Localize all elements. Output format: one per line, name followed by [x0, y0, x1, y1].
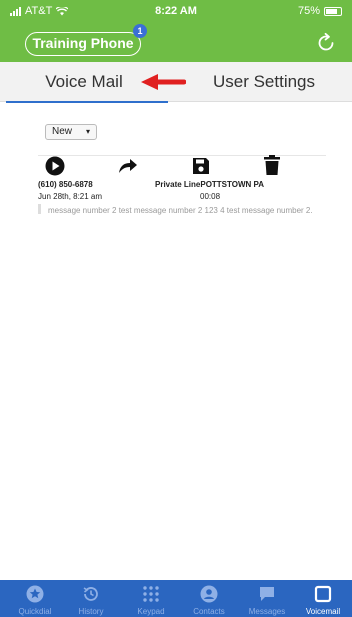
- nav-keypad[interactable]: Keypad: [122, 580, 180, 617]
- chevron-updown-icon: ▾: [85, 127, 90, 136]
- star-icon: [26, 585, 44, 603]
- nav-messages[interactable]: Messages: [238, 580, 296, 617]
- filter-value: New: [52, 126, 73, 137]
- phone-selector-button[interactable]: Training Phone: [25, 32, 141, 56]
- nav-label-contacts: Contacts: [193, 607, 225, 616]
- nav-label-messages: Messages: [248, 607, 286, 616]
- app-screen: AT&T 8:22 AM 75% Training Phone 1 Voice …: [0, 0, 352, 617]
- play-icon[interactable]: [44, 155, 66, 177]
- nav-label-quickdial: Quickdial: [18, 607, 52, 616]
- battery-icon: [324, 6, 342, 16]
- notification-badge: 1: [133, 24, 147, 38]
- caller-location: Private LinePOTTSTOWN PA: [155, 180, 265, 189]
- nav-history[interactable]: History: [62, 580, 120, 617]
- nav-voicemail[interactable]: Voicemail: [294, 580, 352, 617]
- red-arrow-annotation-icon: [141, 74, 186, 90]
- caller-number: (610) 850-6878: [38, 180, 93, 189]
- history-icon: [83, 587, 98, 601]
- duration: 00:08: [200, 192, 221, 201]
- nav-quickdial[interactable]: Quickdial: [6, 580, 64, 617]
- refresh-icon[interactable]: [314, 31, 338, 55]
- voicemail-icon: [314, 585, 332, 603]
- active-tab-indicator: [6, 101, 168, 103]
- nav-label-history: History: [78, 607, 104, 616]
- bottom-nav: Quickdial History Keypad Contacts Messag…: [0, 580, 352, 617]
- contact-icon: [200, 585, 218, 603]
- messages-icon: [260, 587, 274, 601]
- transcript-text: message number 2 test message number 2 1…: [48, 206, 313, 215]
- forward-icon[interactable]: [117, 155, 139, 177]
- status-bar: AT&T 8:22 AM 75%: [0, 0, 352, 24]
- trash-icon[interactable]: [261, 154, 283, 176]
- app-bar: Training Phone 1: [0, 24, 352, 62]
- nav-label-keypad: Keypad: [137, 607, 165, 616]
- keypad-icon: [143, 586, 159, 602]
- save-icon[interactable]: [190, 155, 212, 177]
- received-time: Jun 28th, 8:21 am: [38, 192, 103, 201]
- message-filter-select[interactable]: New ▾: [45, 124, 97, 140]
- nav-contacts[interactable]: Contacts: [180, 580, 238, 617]
- status-right: 75%: [298, 5, 342, 17]
- battery-percent: 75%: [297, 5, 320, 17]
- tab-user-settings[interactable]: User Settings: [176, 62, 352, 102]
- nav-label-voicemail: Voicemail: [305, 607, 341, 616]
